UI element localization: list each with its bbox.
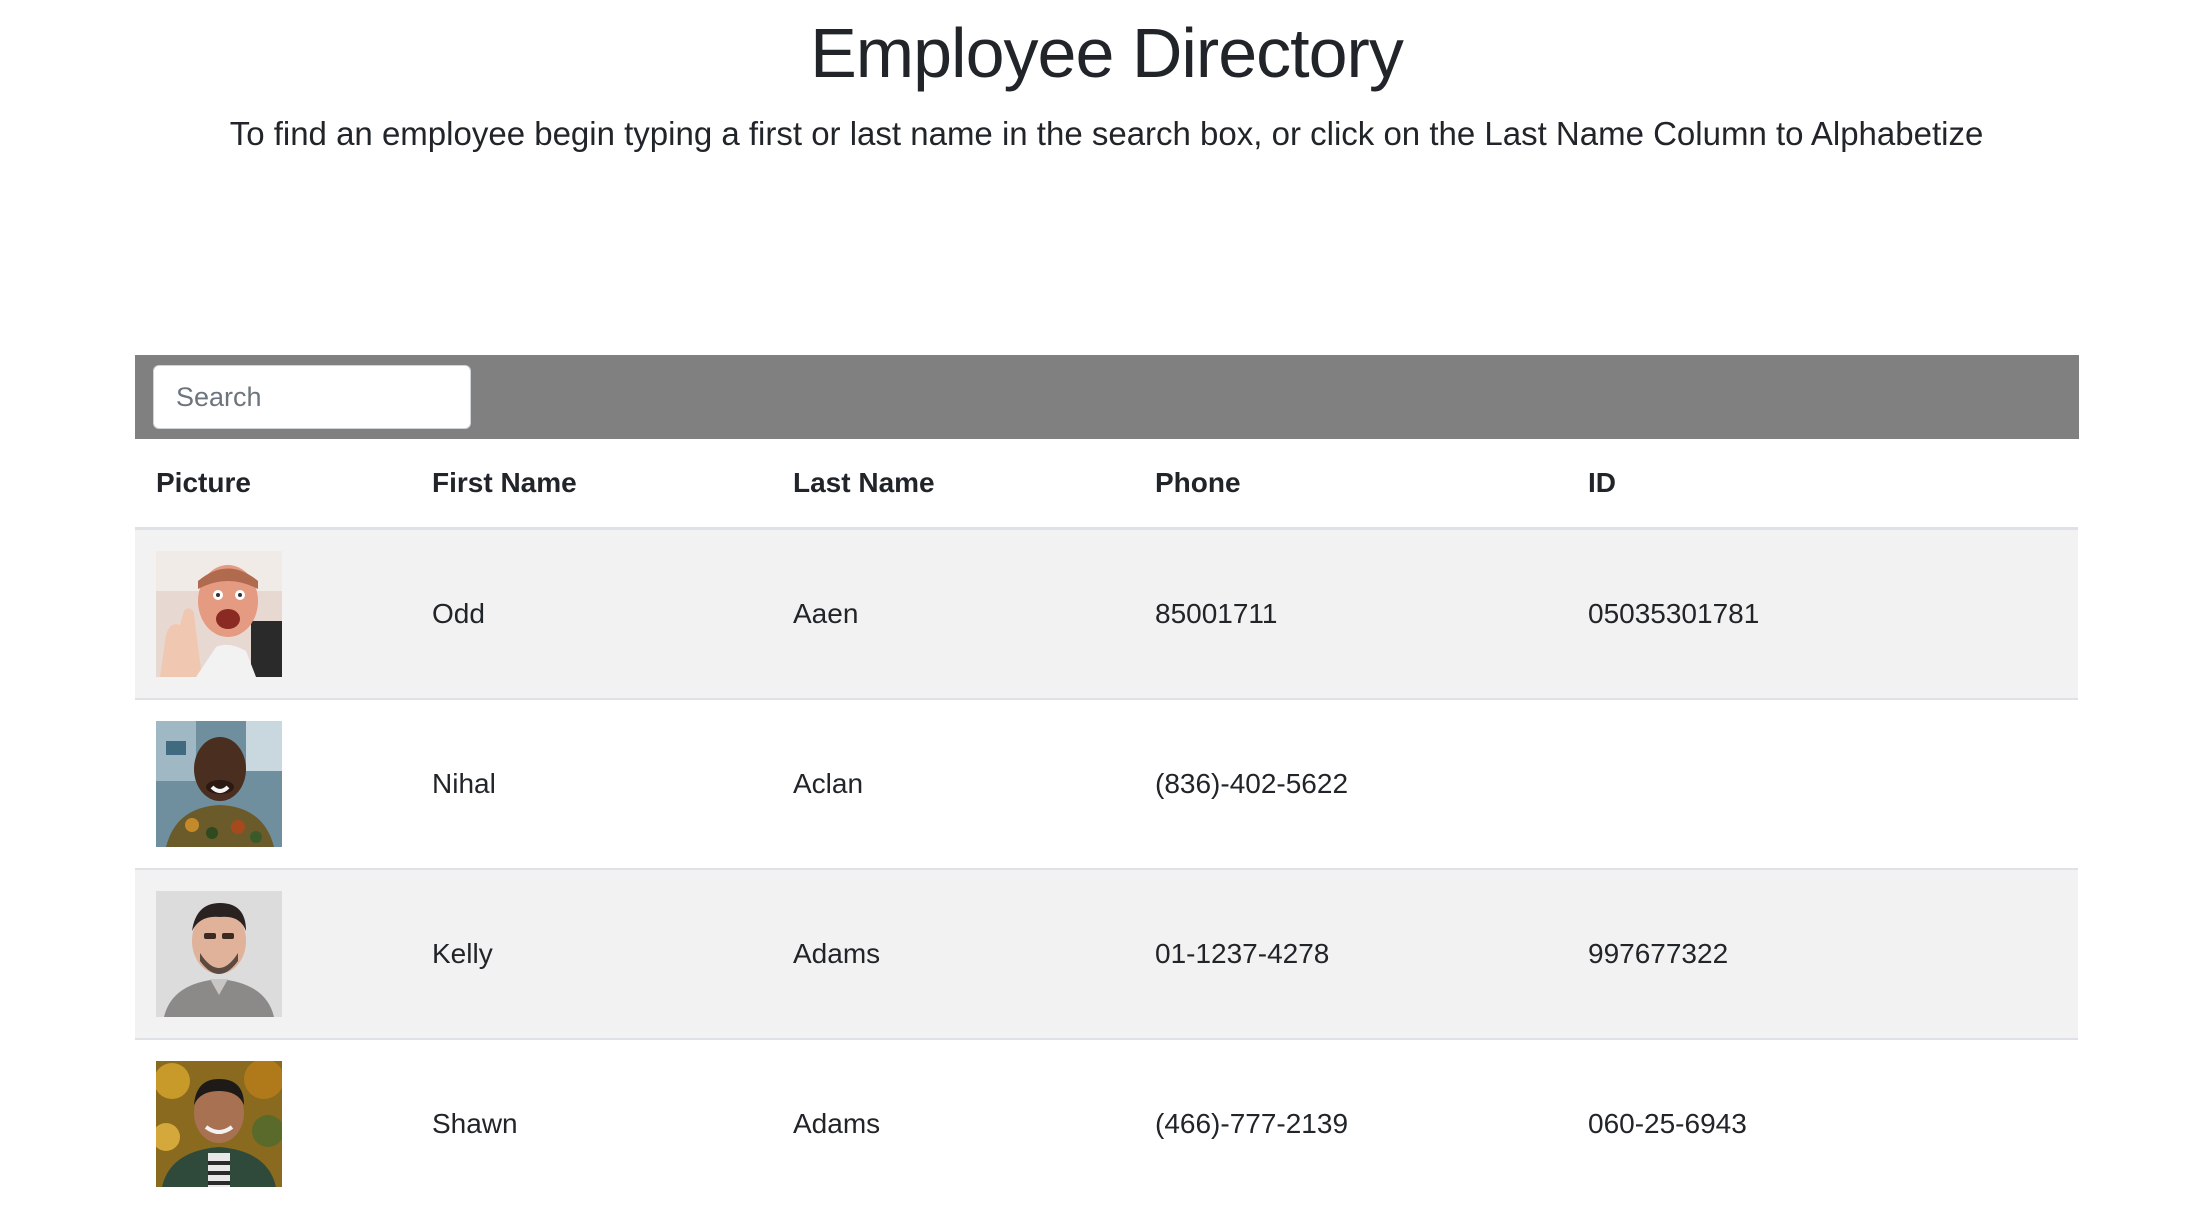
search-bar xyxy=(135,355,2079,439)
table-row: Odd Aaen 85001711 05035301781 xyxy=(135,528,2078,700)
id-cell: 060-25-6943 xyxy=(1567,1039,2078,1207)
table-row: Nihal Aclan (836)-402-5622 xyxy=(135,699,2078,870)
column-header-first-name[interactable]: First Name xyxy=(411,439,772,530)
last-name-cell: Aclan xyxy=(772,699,1134,870)
id-cell: 05035301781 xyxy=(1567,528,2078,700)
picture-cell xyxy=(135,869,411,1040)
id-cell: 997677322 xyxy=(1567,869,2078,1040)
last-name-cell: Aaen xyxy=(772,528,1134,700)
column-header-last-name[interactable]: Last Name xyxy=(772,439,1134,530)
employee-photo xyxy=(156,721,282,847)
phone-cell: 85001711 xyxy=(1134,528,1567,700)
page-instructions: To find an employee begin typing a first… xyxy=(229,115,1984,152)
picture-cell xyxy=(135,1039,411,1207)
column-header-phone: Phone xyxy=(1134,439,1567,530)
last-name-cell: Adams xyxy=(772,869,1134,1040)
first-name-cell: Kelly xyxy=(411,869,772,1040)
column-header-id: ID xyxy=(1567,439,2078,530)
column-header-picture: Picture xyxy=(135,439,411,530)
employee-photo xyxy=(156,551,282,677)
employee-photo xyxy=(156,891,282,1017)
employee-photo xyxy=(156,1061,282,1187)
first-name-cell: Nihal xyxy=(411,699,772,870)
page-title: Employee Directory xyxy=(810,14,1404,92)
id-cell xyxy=(1567,699,2078,870)
employee-table: Picture First Name Last Name Phone ID Od… xyxy=(135,439,2078,1207)
table-header-row: Picture First Name Last Name Phone ID xyxy=(135,439,2078,530)
picture-cell xyxy=(135,528,411,700)
phone-cell: 01-1237-4278 xyxy=(1134,869,1567,1040)
phone-cell: (466)-777-2139 xyxy=(1134,1039,1567,1207)
last-name-cell: Adams xyxy=(772,1039,1134,1207)
phone-cell: (836)-402-5622 xyxy=(1134,699,1567,870)
search-input[interactable] xyxy=(153,365,471,429)
table-row: Kelly Adams 01-1237-4278 997677322 xyxy=(135,869,2078,1040)
first-name-cell: Odd xyxy=(411,528,772,700)
first-name-cell: Shawn xyxy=(411,1039,772,1207)
table-row: Shawn Adams (466)-777-2139 060-25-6943 xyxy=(135,1039,2078,1207)
page: Employee Directory To find an employee b… xyxy=(0,0,2196,1207)
picture-cell xyxy=(135,699,411,870)
